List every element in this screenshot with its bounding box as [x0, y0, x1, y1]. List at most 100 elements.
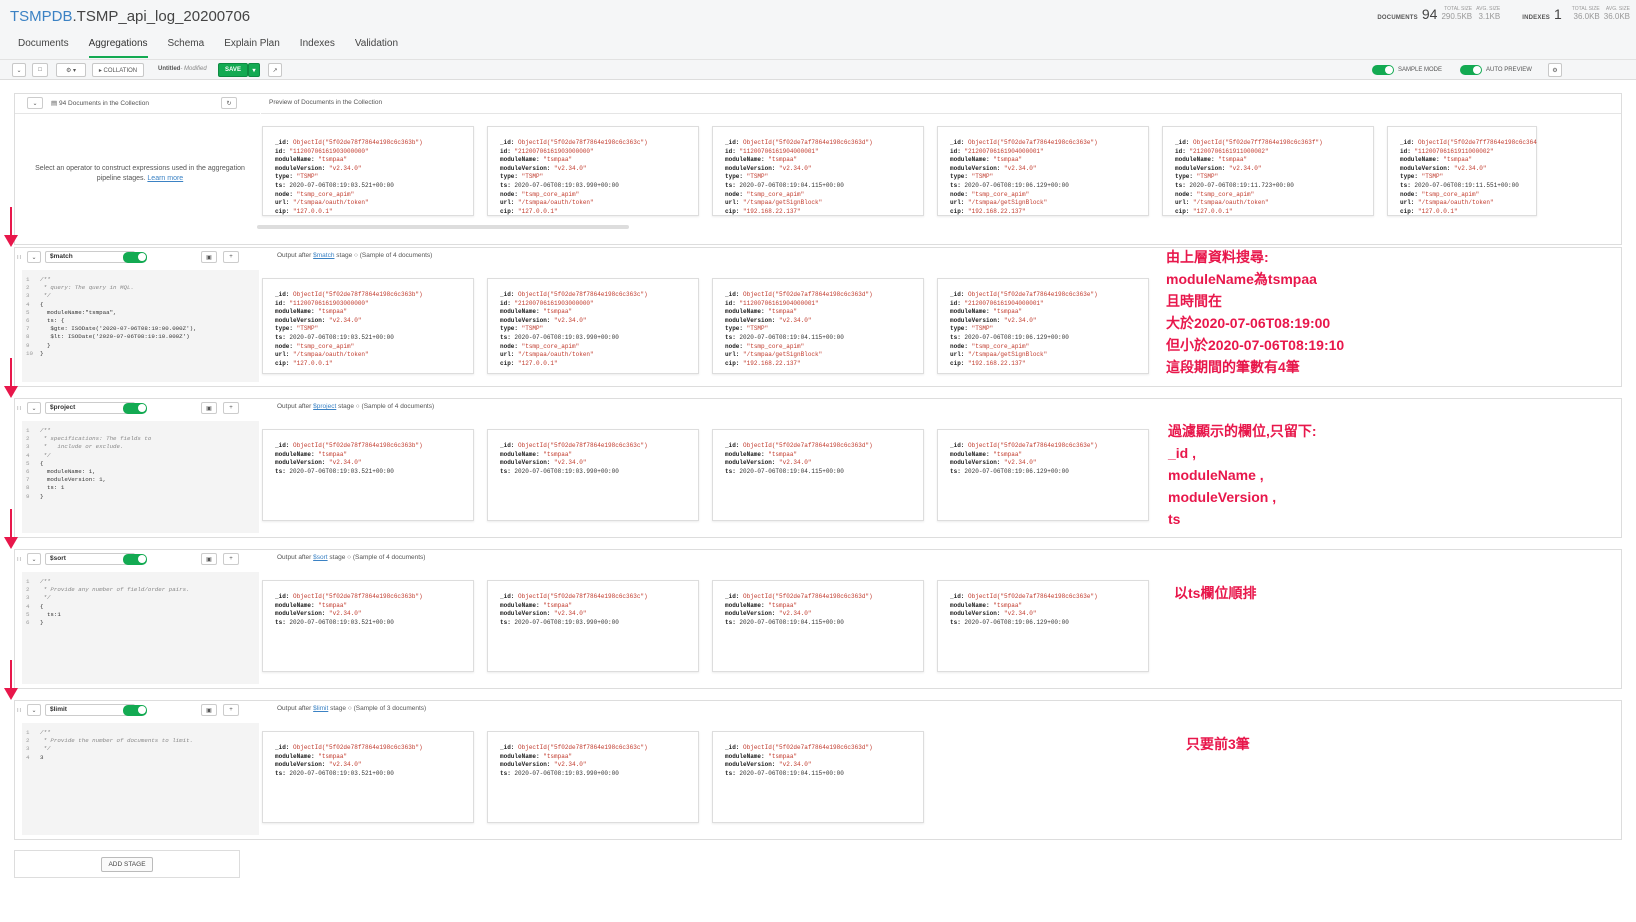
delete-stage-button[interactable]: ▣ — [201, 251, 217, 263]
refresh-button[interactable]: ↻ — [221, 97, 237, 109]
add-stage-after-button[interactable]: + — [223, 402, 239, 414]
field-value: "v2.34.0" — [329, 164, 362, 172]
collection-count-text: ▤ 94 Documents in the Collection — [51, 99, 149, 107]
field-value: "tsmp_core_apim" — [521, 342, 580, 350]
doc-field-moduleVersion: moduleVersion: "v2.34.0" — [1400, 165, 1536, 174]
annotation-line: 這段期間的筆數有4筆 — [1166, 359, 1300, 375]
tab-schema[interactable]: Schema — [168, 38, 205, 58]
field-key: ts: — [500, 181, 511, 189]
field-value: "11200706161903000000" — [289, 299, 369, 307]
settings-dropdown-button[interactable]: ⚙ ▾ — [56, 63, 86, 77]
field-key: moduleVersion: — [275, 316, 326, 324]
delete-stage-button[interactable]: ▣ — [201, 402, 217, 414]
indexes-count: 1 — [1553, 6, 1562, 22]
stage-operator-link[interactable]: $limit — [313, 705, 328, 712]
export-to-language-button[interactable]: ↗ — [268, 63, 282, 77]
drag-handle-icon[interactable]: ∷ — [15, 402, 23, 414]
stage-operator-select[interactable]: $sort — [45, 553, 135, 565]
stage-collapse-button[interactable]: ⌄ — [27, 251, 41, 263]
doc-field-node: node: "tsmp_core_apim" — [500, 343, 698, 352]
stage-code-editor[interactable]: 1/** 2 * Provide the number of documents … — [22, 723, 259, 835]
db-name[interactable]: TSMPDB — [10, 8, 73, 25]
stage-enable-toggle[interactable] — [123, 554, 147, 565]
doc-field-ts: ts: 2020-07-06T08:19:03.990+00:00 — [500, 468, 698, 477]
save-button[interactable]: SAVE — [218, 63, 248, 77]
field-value: "v2.34.0" — [779, 761, 812, 769]
field-key: url: — [1175, 199, 1190, 207]
field-value: "tsmpaa" — [543, 308, 573, 316]
code-text: { — [40, 459, 44, 467]
sample-mode-toggle[interactable] — [1372, 65, 1394, 75]
stage-collapse-button[interactable]: ⌄ — [27, 402, 41, 414]
doc-field-ts: ts: 2020-07-06T08:19:03.521+00:00 — [275, 182, 473, 191]
stage-operator-link[interactable]: $sort — [313, 554, 327, 561]
code-text: /** — [40, 276, 51, 283]
drag-handle-icon[interactable]: ∷ — [15, 704, 23, 716]
stage-operator-link[interactable]: $project — [313, 403, 336, 410]
collation-button[interactable]: ▸ COLLATION — [92, 63, 144, 77]
add-stage-button[interactable]: ADD STAGE — [101, 857, 153, 872]
sample-count-text: (Sample of 4 documents) — [352, 554, 426, 561]
field-key: moduleVersion: — [500, 316, 551, 324]
field-value: "v2.34.0" — [554, 316, 587, 324]
stage-operator-select[interactable]: $limit — [45, 704, 135, 716]
stage-code-editor[interactable]: 1/** 2 * specifications: The fields to 3 *… — [22, 421, 259, 533]
drag-handle-icon[interactable]: ∷ — [15, 553, 23, 565]
field-value: 2020-07-06T08:19:03.521+00:00 — [289, 467, 394, 475]
stage-code-editor[interactable]: 1/** 2 * query: The query in MQL. 3 */4{5 … — [22, 270, 259, 382]
avg-size-value: 3.1KB — [1478, 12, 1501, 21]
collapse-button[interactable]: ⌄ — [27, 97, 43, 109]
annotation-line: moduleName , — [1168, 467, 1264, 483]
delete-stage-button[interactable]: ▣ — [201, 704, 217, 716]
field-key: _id: — [500, 593, 515, 600]
doc-field-id: id: "11200706161904000001" — [725, 300, 923, 309]
field-key: type: — [275, 325, 294, 333]
trash-icon: ▣ — [206, 254, 212, 261]
code-text: $gte: ISODate('2020-07-06T08:19:00.000Z'… — [40, 325, 197, 333]
collapse-all-button[interactable]: ⌄ — [12, 63, 26, 77]
doc-field-_id: _id: ObjectId("5f02de7af7864e198c6c363d"… — [725, 744, 923, 753]
arrow-head — [4, 688, 18, 700]
field-key: type: — [275, 173, 294, 181]
doc-field-node: node: "tsmp_core_apim" — [1400, 191, 1536, 200]
field-value: 2020-07-06T08:19:11.551+00:00 — [1414, 181, 1519, 189]
delete-stage-button[interactable]: ▣ — [201, 553, 217, 565]
stage-enable-toggle[interactable] — [123, 252, 147, 263]
namespace-title: TSMPDB.TSMP_api_log_20200706 — [10, 8, 250, 25]
drag-handle-icon[interactable]: ∷ — [15, 251, 23, 263]
auto-preview-toggle[interactable] — [1460, 65, 1482, 75]
tab-documents[interactable]: Documents — [18, 38, 69, 58]
field-value: 2020-07-06T08:19:06.129+00:00 — [964, 181, 1069, 189]
horizontal-scrollbar[interactable] — [257, 225, 629, 229]
stage-code-editor[interactable]: 1/** 2 * Provide any number of field/orde… — [22, 572, 259, 684]
stage-operator-select[interactable]: $project — [45, 402, 135, 414]
save-dropdown-button[interactable]: ▾ — [248, 63, 260, 77]
field-key: type: — [725, 325, 744, 333]
field-key: node: — [725, 342, 744, 350]
doc-field-ts: ts: 2020-07-06T08:19:03.521+00:00 — [275, 770, 473, 779]
add-stage-after-button[interactable]: + — [223, 251, 239, 263]
field-key: _id: — [500, 139, 515, 146]
line-number: 3 — [26, 292, 30, 300]
stage-operator-link[interactable]: $match — [313, 252, 334, 259]
idx-avg-size-value: 36.0KB — [1603, 12, 1630, 21]
stage-collapse-button[interactable]: ⌄ — [27, 553, 41, 565]
code-text: 3 — [40, 753, 44, 761]
add-stage-after-button[interactable]: + — [223, 553, 239, 565]
pipeline-settings-button[interactable]: ⚙ — [1548, 63, 1562, 77]
tab-explain-plan[interactable]: Explain Plan — [224, 38, 280, 58]
field-key: moduleName: — [1400, 156, 1440, 164]
tab-indexes[interactable]: Indexes — [300, 38, 335, 58]
tab-aggregations[interactable]: Aggregations — [88, 38, 148, 58]
stage-collapse-button[interactable]: ⌄ — [27, 704, 41, 716]
stage-operator-select[interactable]: $match — [45, 251, 135, 263]
tab-validation[interactable]: Validation — [355, 38, 398, 58]
learn-more-link[interactable]: Learn more — [147, 175, 183, 182]
doc-field-_id: _id: ObjectId("5f02de78f7864e198c6c363b"… — [275, 291, 473, 300]
document-card: _id: ObjectId("5f02de7af7864e198c6c363e"… — [937, 278, 1149, 374]
stage-enable-toggle[interactable] — [123, 403, 147, 414]
stage-enable-toggle[interactable] — [123, 705, 147, 716]
open-folder-button[interactable]: □ — [32, 63, 48, 77]
add-stage-after-button[interactable]: + — [223, 704, 239, 716]
doc-field-moduleName: moduleName: "tsmpaa" — [500, 602, 698, 611]
